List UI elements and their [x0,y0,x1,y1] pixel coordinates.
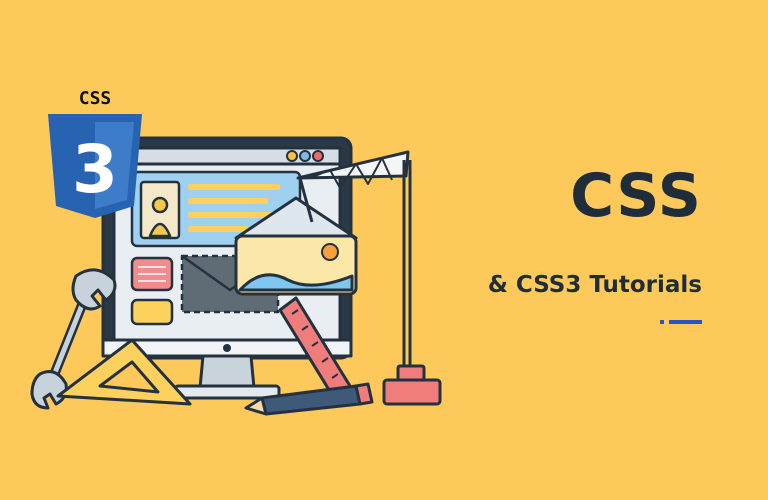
accent-underline [660,320,702,324]
accent-bar [669,320,702,324]
page-subtitle: & CSS3 Tutorials [487,272,702,298]
page-title: CSS [570,161,702,231]
avatar-icon [139,180,181,240]
accent-dot [660,320,664,324]
css3-logo-icon: CSS 3 [48,88,142,218]
css-tutorial-illustration: CSS 3 [30,88,442,416]
css3-number: 3 [72,131,118,208]
css-badge-label: CSS [79,88,112,109]
